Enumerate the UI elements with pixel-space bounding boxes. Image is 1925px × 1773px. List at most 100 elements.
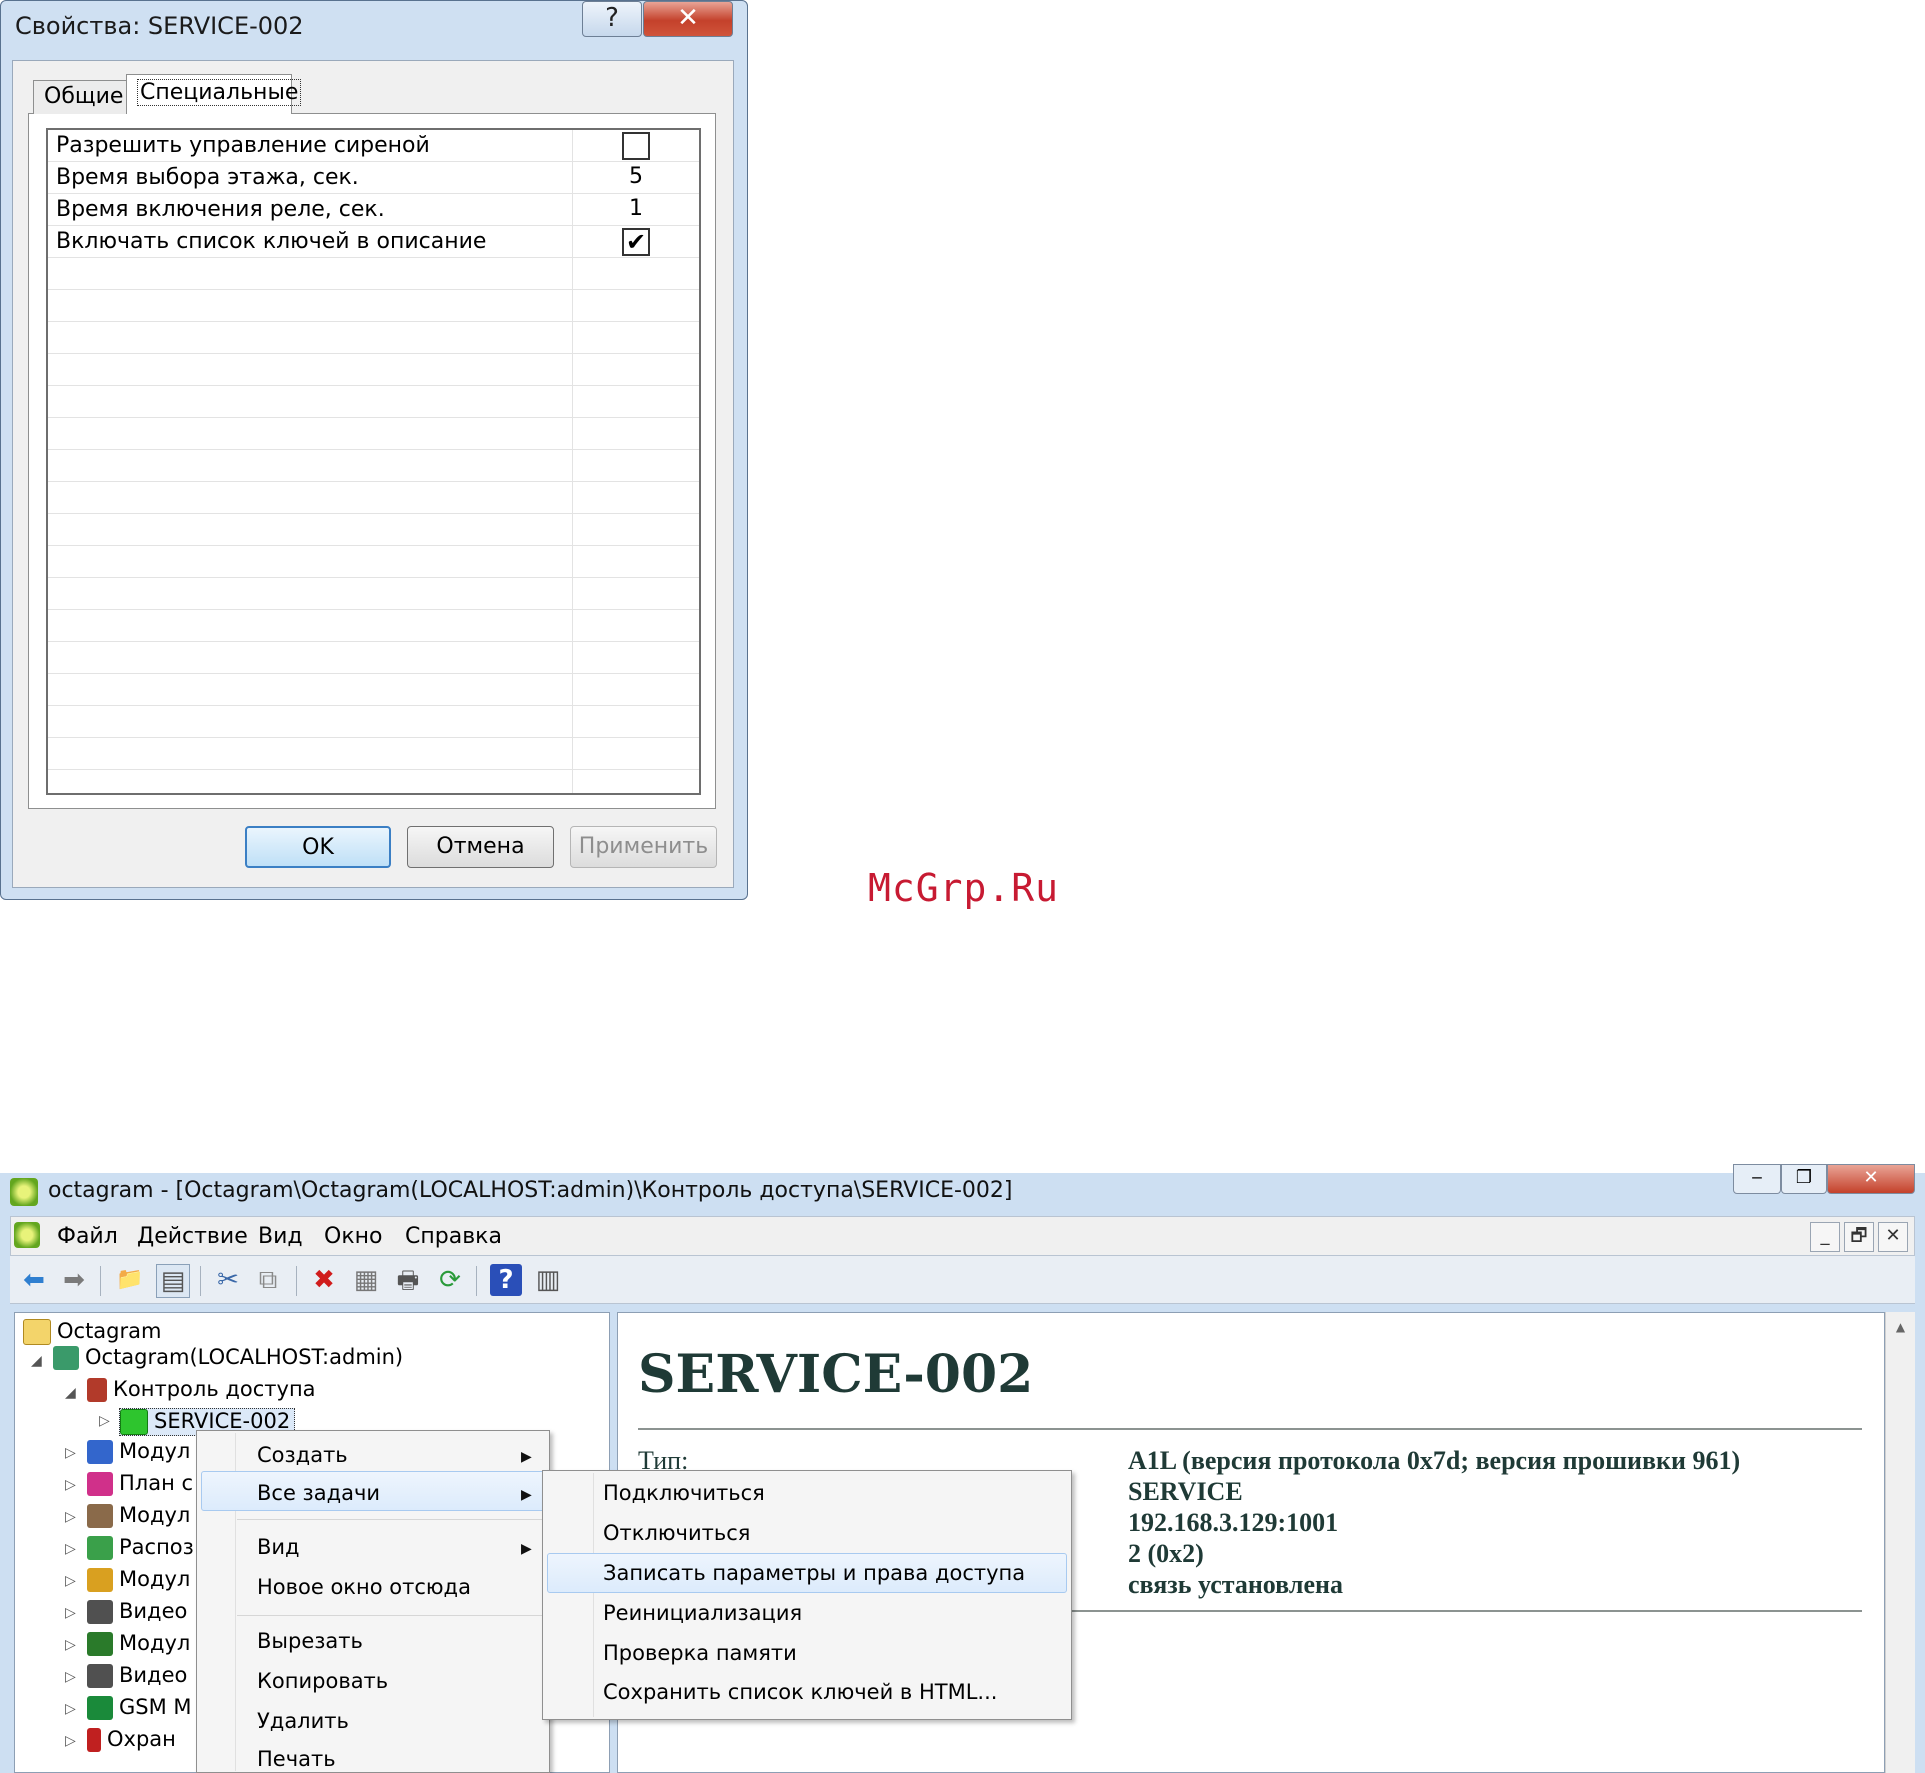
- property-row[interactable]: Время выбора этажа, сек. 5: [48, 162, 699, 194]
- menu-item-new-window[interactable]: Новое окно отсюда: [257, 1575, 471, 1599]
- back-icon[interactable]: ⬅: [18, 1264, 50, 1296]
- empty-row: [48, 290, 699, 322]
- close-icon: ✕: [1885, 1225, 1901, 1246]
- floor-select-time-value[interactable]: 5: [573, 164, 699, 189]
- menu-item-delete[interactable]: Удалить: [257, 1709, 349, 1733]
- menu-item-view[interactable]: Вид: [257, 1535, 300, 1559]
- property-row[interactable]: Время включения реле, сек. 1: [48, 194, 699, 226]
- menu-action[interactable]: Действие: [137, 1224, 248, 1249]
- tab-special-label: Специальные: [137, 79, 302, 106]
- empty-row: [48, 738, 699, 770]
- menu-item-save-keys-html[interactable]: Сохранить список ключей в HTML...: [603, 1680, 997, 1704]
- property-label: Разрешить управление сиреной: [56, 133, 430, 158]
- tree-item[interactable]: Видео: [87, 1599, 187, 1624]
- tree-item[interactable]: Распоз: [87, 1535, 194, 1560]
- submenu-arrow-icon: ▶: [521, 1487, 532, 1503]
- expand-arrow-icon[interactable]: ▷: [65, 1445, 76, 1461]
- details-value: 192.168.3.129:1001: [1128, 1508, 1339, 1537]
- menu-window[interactable]: Окно: [324, 1224, 382, 1249]
- mdi-restore-button[interactable]: 🗗: [1844, 1222, 1874, 1252]
- minimize-button[interactable]: ‒: [1733, 1164, 1781, 1194]
- property-row[interactable]: Разрешить управление сиреной: [48, 130, 699, 162]
- window-title: octagram - [Octagram\Octagram(LOCALHOST:…: [48, 1178, 1013, 1203]
- octagram-menu-icon[interactable]: [14, 1222, 40, 1248]
- details-value: связь установлена: [1128, 1570, 1343, 1599]
- restore-button[interactable]: ❐: [1781, 1164, 1827, 1194]
- tree-item[interactable]: Видео: [87, 1663, 187, 1688]
- print-icon[interactable]: 🖶: [392, 1264, 424, 1296]
- details-value: A1L (версия протокола 0x7d; версия проши…: [1128, 1446, 1741, 1475]
- details-value: SERVICE: [1128, 1477, 1243, 1506]
- delete-icon[interactable]: ✖: [308, 1264, 340, 1296]
- menu-help[interactable]: Справка: [405, 1224, 502, 1249]
- properties-icon[interactable]: ▦: [350, 1264, 382, 1296]
- expand-arrow-icon[interactable]: ▷: [65, 1637, 76, 1653]
- tree-item[interactable]: Охран: [87, 1727, 176, 1752]
- menu-item-create[interactable]: Создать: [257, 1443, 348, 1467]
- tree-item-access-control[interactable]: Контроль доступа: [87, 1377, 316, 1402]
- expand-arrow-icon[interactable]: ▷: [65, 1573, 76, 1589]
- expand-arrow-icon[interactable]: ▷: [65, 1509, 76, 1525]
- up-folder-icon[interactable]: 📁: [114, 1264, 146, 1296]
- expand-arrow-icon[interactable]: ▷: [99, 1413, 110, 1429]
- scroll-up-icon[interactable]: ▲: [1886, 1320, 1915, 1334]
- details-value: 2 (0x2): [1128, 1539, 1204, 1568]
- minimize-icon: _: [1820, 1225, 1830, 1246]
- expand-arrow-icon[interactable]: ▷: [65, 1669, 76, 1685]
- tree-item[interactable]: Модул: [87, 1503, 190, 1528]
- show-hide-tree-icon[interactable]: ▤: [156, 1264, 190, 1298]
- menu-item-disconnect[interactable]: Отключиться: [603, 1521, 750, 1545]
- tab-general[interactable]: Общие: [33, 80, 135, 114]
- menu-item-cut[interactable]: Вырезать: [257, 1629, 363, 1653]
- expand-arrow-icon[interactable]: ▷: [65, 1477, 76, 1493]
- window-close-button[interactable]: ✕: [1827, 1164, 1915, 1194]
- tree-item[interactable]: План с: [87, 1471, 193, 1496]
- mdi-minimize-button[interactable]: _: [1810, 1222, 1840, 1252]
- cut-icon[interactable]: ✂: [212, 1264, 244, 1296]
- mdi-close-button[interactable]: ✕: [1878, 1222, 1908, 1252]
- tree-item-root[interactable]: Octagram: [23, 1319, 161, 1345]
- tree-item[interactable]: GSM M: [87, 1695, 192, 1720]
- context-menu: Создать ▶ Все задачи ▶ Вид ▶ Новое окно …: [196, 1430, 550, 1773]
- collapse-arrow-icon[interactable]: ◢: [65, 1385, 76, 1401]
- tree-item[interactable]: Модул: [87, 1567, 190, 1592]
- vertical-scrollbar[interactable]: ▲: [1885, 1312, 1915, 1773]
- expand-arrow-icon[interactable]: ▷: [65, 1605, 76, 1621]
- menu-item-print[interactable]: Печать: [257, 1747, 336, 1771]
- cancel-button[interactable]: Отмена: [407, 826, 554, 868]
- expand-arrow-icon[interactable]: ▷: [65, 1701, 76, 1717]
- camera-icon: [87, 1600, 113, 1624]
- menu-item-copy[interactable]: Копировать: [257, 1669, 388, 1693]
- show-action-pane-icon[interactable]: ▥: [532, 1264, 564, 1296]
- help-icon[interactable]: ?: [490, 1264, 522, 1296]
- refresh-icon[interactable]: ⟳: [434, 1264, 466, 1296]
- menu-item-all-tasks[interactable]: Все задачи: [257, 1481, 380, 1505]
- collapse-arrow-icon[interactable]: ◢: [31, 1353, 42, 1369]
- relay-time-value[interactable]: 1: [573, 196, 699, 221]
- siren-control-checkbox[interactable]: [622, 132, 650, 160]
- menu-item-reinitialize[interactable]: Реинициализация: [603, 1601, 802, 1625]
- menu-file[interactable]: Файл: [57, 1224, 118, 1249]
- property-grid: Разрешить управление сиреной Время выбор…: [46, 128, 701, 795]
- menu-item-memory-check[interactable]: Проверка памяти: [603, 1641, 797, 1665]
- tree-item[interactable]: Модул: [87, 1631, 190, 1656]
- help-button[interactable]: ?: [582, 1, 642, 37]
- all-tasks-submenu: Подключиться Отключиться Записать параме…: [542, 1470, 1072, 1720]
- expand-arrow-icon[interactable]: ▷: [65, 1541, 76, 1557]
- property-row[interactable]: Включать список ключей в описание ✔: [48, 226, 699, 258]
- apply-button[interactable]: Применить: [570, 826, 717, 868]
- forward-icon[interactable]: ➡: [58, 1264, 90, 1296]
- details-heading: SERVICE-002: [638, 1344, 1034, 1405]
- tab-special[interactable]: Специальные: [126, 74, 302, 114]
- dialog-close-button[interactable]: ✕: [643, 1, 733, 37]
- menu-view[interactable]: Вид: [258, 1224, 303, 1249]
- copy-icon[interactable]: ⧉: [252, 1264, 284, 1296]
- menu-item-connect[interactable]: Подключиться: [603, 1481, 765, 1505]
- tree-item[interactable]: Модул: [87, 1439, 190, 1464]
- expand-arrow-icon[interactable]: ▷: [65, 1733, 76, 1749]
- tree-item-server[interactable]: Octagram(LOCALHOST:admin): [53, 1345, 403, 1370]
- include-keys-checkbox[interactable]: ✔: [622, 228, 650, 256]
- lock-icon: [87, 1378, 107, 1402]
- menu-item-write-parameters[interactable]: Записать параметры и права доступа: [603, 1561, 1025, 1585]
- ok-button[interactable]: OK: [245, 826, 391, 868]
